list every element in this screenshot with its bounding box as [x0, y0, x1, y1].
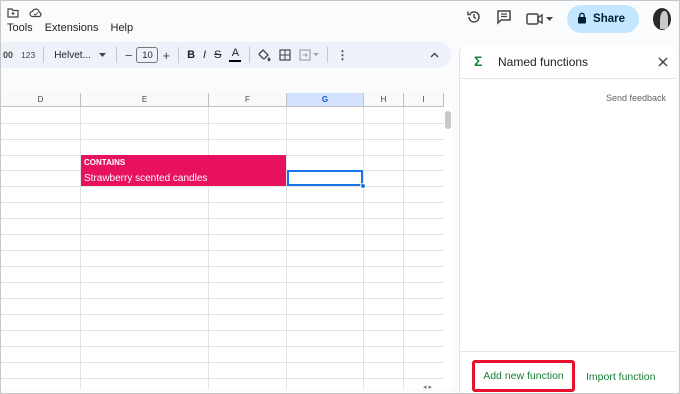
toolbar-divider — [115, 47, 117, 63]
strikethrough-button[interactable]: S — [210, 44, 225, 66]
text-color-button[interactable]: A — [225, 44, 245, 66]
font-size-input[interactable]: 10 — [136, 47, 159, 63]
toolbar-divider — [43, 47, 45, 63]
lock-icon — [577, 12, 587, 27]
highlighted-cell-range[interactable]: CONTAINS Strawberry scented candles — [81, 155, 286, 186]
share-button[interactable]: Share — [567, 5, 639, 33]
spreadsheet-grid[interactable]: D E F G H I CONTAINS Strawberry scented … — [1, 93, 444, 389]
merge-icon[interactable] — [295, 44, 323, 66]
bold-button[interactable]: B — [183, 44, 199, 66]
comment-icon[interactable] — [496, 9, 512, 30]
grid-line — [1, 378, 444, 379]
column-header-h[interactable]: H — [364, 93, 404, 107]
grid-line — [1, 282, 444, 283]
collapse-toolbar-button[interactable] — [426, 44, 443, 66]
share-label: Share — [593, 13, 625, 25]
grid-line — [1, 362, 444, 363]
grid-line — [1, 250, 444, 251]
grid-line — [1, 218, 444, 219]
chevron-up-icon — [430, 52, 439, 58]
grid-line — [1, 123, 444, 124]
menu-bar: Tools Extensions Help — [7, 22, 133, 34]
text-color-swatch — [229, 60, 242, 62]
grid-line — [1, 139, 444, 140]
chevron-down-icon — [98, 52, 106, 57]
history-icon[interactable] — [466, 9, 482, 30]
grid-line — [1, 314, 444, 315]
grid-line — [1, 266, 444, 267]
more-options-button[interactable]: ⋮ — [332, 44, 352, 66]
grid-line — [1, 202, 444, 203]
font-family-select[interactable]: Helvet... — [48, 44, 112, 66]
menu-item-tools[interactable]: Tools — [7, 22, 33, 34]
vertical-scrollbar[interactable] — [444, 107, 452, 389]
text-color-label: A — [231, 47, 240, 59]
top-bar: Tools Extensions Help Share — [1, 1, 679, 39]
selected-cell[interactable] — [287, 170, 363, 186]
menu-item-extensions[interactable]: Extensions — [45, 22, 99, 34]
folder-icon[interactable] — [7, 5, 19, 23]
toolbar-divider — [249, 47, 251, 63]
app-window: Tools Extensions Help Share 00 123 Helve… — [0, 0, 680, 394]
grid-line — [1, 234, 444, 235]
toolbar-divider — [178, 47, 180, 63]
cell-e-label: CONTAINS — [84, 158, 126, 167]
decrease-font-size-button[interactable]: − — [121, 44, 137, 66]
doc-status-icons — [7, 5, 43, 23]
named-functions-panel: Σ Named functions Send feedback Add new … — [459, 45, 676, 393]
horizontal-scroll-arrows[interactable]: ◂ ▸ — [423, 383, 432, 391]
add-new-function-button[interactable]: Add new function — [472, 360, 575, 392]
column-header-f[interactable]: F — [209, 93, 287, 107]
font-family-value: Helvet... — [54, 49, 91, 61]
avatar[interactable] — [653, 8, 671, 30]
toolbar-divider — [327, 47, 329, 63]
decrease-decimals-button[interactable]: 00 — [1, 44, 17, 66]
import-function-button[interactable]: Import function — [586, 371, 655, 383]
column-header-e[interactable]: E — [81, 93, 209, 107]
column-header-d[interactable]: D — [1, 93, 81, 107]
video-icon[interactable] — [526, 12, 554, 26]
grid-line — [1, 186, 444, 187]
fill-handle[interactable] — [360, 183, 366, 189]
menu-item-help[interactable]: Help — [111, 22, 134, 34]
grid-line — [1, 346, 444, 347]
add-new-function-label: Add new function — [483, 370, 564, 382]
scrollbar-thumb[interactable] — [445, 111, 451, 129]
panel-header: Σ Named functions — [460, 45, 676, 79]
panel-title: Named functions — [498, 55, 589, 69]
column-header-i[interactable]: I — [404, 93, 444, 107]
sigma-icon: Σ — [474, 53, 483, 69]
column-header-g[interactable]: G — [287, 93, 364, 107]
right-tools: Share — [466, 4, 671, 34]
italic-button[interactable]: I — [199, 44, 210, 66]
formatting-toolbar: 00 123 Helvet... − 10 + B I S A ⋮ — [1, 42, 451, 68]
chevron-down-icon — [546, 16, 554, 21]
cell-e-value: Strawberry scented candles — [84, 173, 208, 184]
chevron-down-icon — [313, 53, 320, 57]
grid-line — [1, 330, 444, 331]
panel-footer: Add new function Import function — [460, 351, 676, 393]
grid-line — [1, 298, 444, 299]
borders-icon[interactable] — [275, 44, 295, 66]
send-feedback-link[interactable]: Send feedback — [606, 93, 666, 103]
number-format-button[interactable]: 123 — [17, 44, 39, 66]
increase-font-size-button[interactable]: + — [158, 44, 174, 66]
paint-bucket-icon[interactable] — [254, 44, 275, 66]
close-icon[interactable] — [658, 54, 668, 70]
cloud-icon[interactable] — [29, 5, 43, 23]
